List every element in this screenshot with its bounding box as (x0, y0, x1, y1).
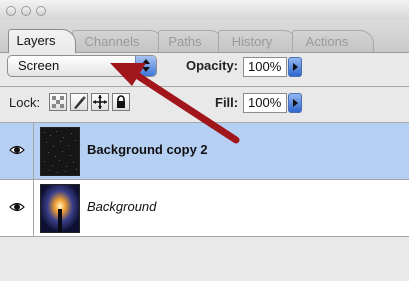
visibility-toggle[interactable] (0, 123, 34, 179)
layer-thumbnail (40, 127, 80, 176)
tab-history[interactable]: History (218, 30, 298, 52)
layer-row-background[interactable]: Background (0, 180, 409, 237)
opacity-field[interactable]: 100% (243, 57, 287, 77)
fill-label: Fill: (215, 95, 239, 110)
lock-transparent-icon[interactable] (49, 93, 67, 111)
lock-image-icon[interactable] (70, 93, 88, 111)
layer-name: Background copy 2 (87, 142, 208, 157)
tab-layers[interactable]: Layers (8, 29, 76, 53)
visibility-toggle[interactable] (0, 180, 34, 236)
tab-paths[interactable]: Paths (158, 30, 224, 52)
eye-icon (9, 202, 25, 212)
fill-field[interactable]: 100% (243, 93, 287, 113)
fill-slider-button[interactable] (288, 93, 302, 113)
chevron-up-down-icon (135, 56, 156, 76)
layer-name: Background (87, 199, 157, 214)
lock-position-icon[interactable] (91, 93, 109, 111)
layer-row-background-copy-2[interactable]: Background copy 2 (0, 123, 409, 180)
opacity-label: Opacity: (186, 58, 239, 73)
blend-mode-select[interactable]: Screen (7, 55, 157, 77)
lock-all-icon[interactable] (112, 93, 130, 111)
minimize-window-button[interactable] (21, 6, 31, 16)
opacity-slider-button[interactable] (288, 57, 302, 77)
divider (0, 86, 409, 87)
tab-actions[interactable]: Actions (292, 30, 374, 52)
layer-thumbnail (40, 184, 80, 233)
layers-panel: Layers Channels Paths History Actions Sc… (0, 0, 409, 281)
tab-channels[interactable]: Channels (72, 30, 164, 52)
eye-icon (9, 145, 25, 155)
close-window-button[interactable] (6, 6, 16, 16)
panel-title-bar (0, 0, 409, 20)
zoom-window-button[interactable] (36, 6, 46, 16)
blend-mode-value: Screen (18, 58, 60, 73)
lock-label: Lock: (9, 95, 41, 110)
panel-tabs: Layers Channels Paths History Actions (0, 20, 409, 53)
